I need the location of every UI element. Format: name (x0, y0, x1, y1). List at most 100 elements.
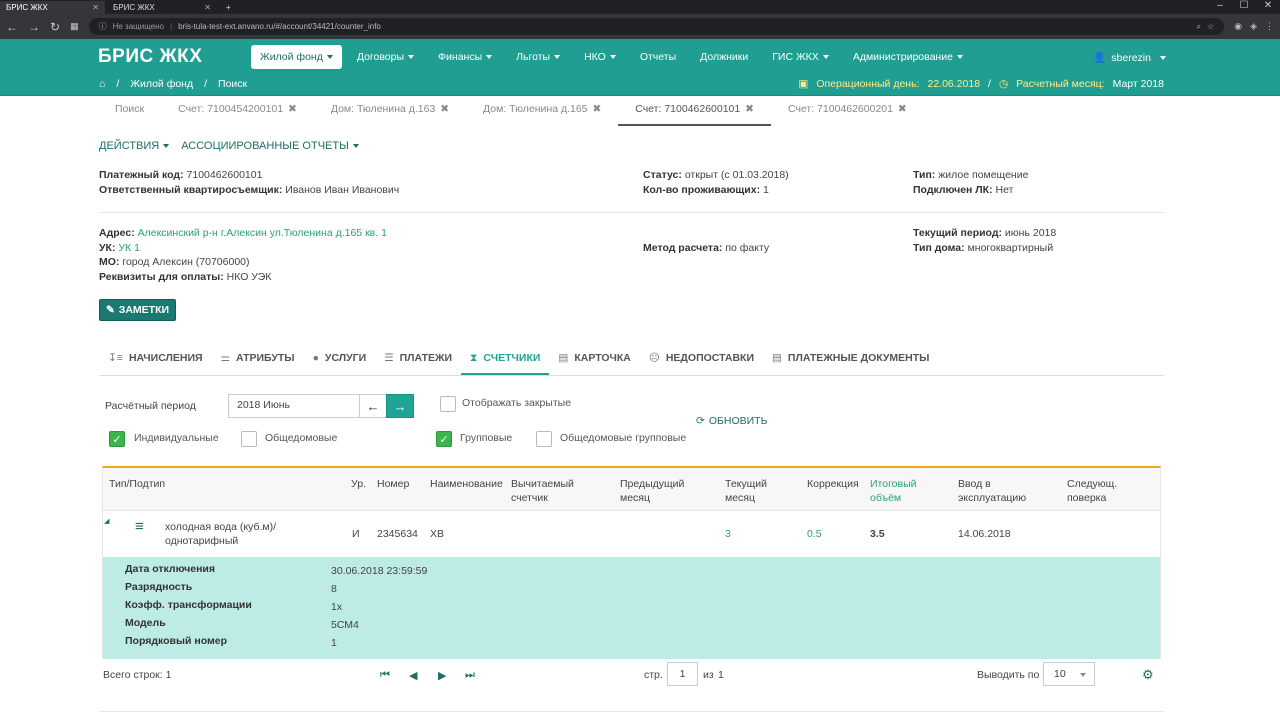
nav-nko[interactable]: НКО (575, 45, 625, 69)
common-checkbox[interactable] (241, 431, 257, 447)
prev-page-icon[interactable]: ◀ (409, 669, 417, 682)
group-checkbox[interactable]: ✓ (436, 431, 452, 447)
forward-icon[interactable]: → (28, 20, 40, 34)
close-icon[interactable]: ✖ (440, 103, 449, 115)
tab-card[interactable]: ▤ КАРТОЧКА (549, 346, 639, 375)
tab-shortages[interactable]: ☹ НЕДОПОСТАВКИ (640, 346, 763, 375)
menu-icon[interactable]: ≡ (135, 519, 144, 534)
close-icon[interactable]: ✕ (204, 3, 211, 12)
column-header[interactable]: Вычитаемый счетчик (511, 477, 574, 505)
payment-code: 7100462600101 (186, 169, 263, 181)
subtab-account[interactable]: Счет: 7100454200101 ✖ (161, 96, 314, 126)
maximize-icon[interactable]: ☐ (1232, 0, 1256, 12)
reload-icon[interactable]: ↻ (50, 20, 60, 34)
nav-debtors[interactable]: Должники (691, 45, 757, 69)
open-tabs: Поиск Счет: 7100454200101 ✖ Дом: Тюленин… (98, 96, 924, 126)
tab-payment-documents[interactable]: ▤ ПЛАТЕЖНЫЕ ДОКУМЕНТЫ (763, 346, 938, 375)
new-tab-icon[interactable]: + (220, 1, 236, 14)
total-pages: 1 (718, 669, 724, 681)
period-input[interactable]: 2018 Июнь (228, 394, 360, 418)
username: sberezin (1111, 51, 1151, 64)
nav-housing[interactable]: Жилой фонд (251, 45, 342, 69)
column-header[interactable]: Итоговый объём (870, 477, 917, 505)
close-icon[interactable]: ✖ (745, 103, 754, 115)
breadcrumb-search[interactable]: Поиск (218, 78, 247, 90)
nav-benefits[interactable]: Льготы (507, 45, 569, 69)
next-period-button[interactable]: → (386, 394, 414, 418)
individual-checkbox[interactable]: ✓ (109, 431, 125, 447)
current-reading[interactable]: 3 (725, 527, 731, 541)
column-header[interactable]: Коррекция (807, 477, 859, 491)
browser-tab-active[interactable]: БРИС ЖКХ ✕ (0, 1, 105, 14)
close-icon[interactable]: ✖ (898, 103, 907, 115)
associated-reports-dropdown[interactable]: АССОЦИИРОВАННЫЕ ОТЧЕТЫ (181, 140, 359, 152)
column-header[interactable]: Ввод в эксплуатацию (958, 477, 1026, 505)
column-header[interactable]: Следующ. поверка (1067, 477, 1117, 505)
detail-label: Коэфф. трансформации (125, 599, 252, 611)
tab-payments[interactable]: ☰ ПЛАТЕЖИ (375, 346, 461, 375)
address-bar[interactable]: ⓘ Не защищено | bris-tula-test-ext.anvan… (88, 18, 1225, 35)
brand-logo[interactable]: БРИС ЖКХ (98, 46, 202, 68)
frown-icon: ☹ (648, 352, 660, 364)
browser-tab[interactable]: БРИС ЖКХ ✕ (107, 1, 217, 14)
column-header[interactable]: Предыдущий месяц (620, 477, 684, 505)
nav-admin[interactable]: Администрирование (844, 45, 972, 69)
column-header[interactable]: Ур. (351, 477, 366, 491)
list-icon: ▤ (772, 352, 782, 364)
last-page-icon[interactable]: ⏭ (465, 669, 475, 682)
arrow-left-icon: ← (366, 398, 380, 414)
close-icon[interactable]: ✖ (288, 103, 297, 115)
column-header[interactable]: Наименование (430, 477, 503, 491)
subtab-house[interactable]: Дом: Тюленина д.163 ✖ (314, 96, 466, 126)
menu-icon[interactable]: ⋮ (1265, 21, 1274, 32)
extension-icon[interactable]: ◈ (1250, 21, 1257, 32)
close-icon[interactable]: ✖ (592, 103, 601, 115)
close-icon[interactable]: ✕ (92, 3, 99, 12)
calc-method: по факту (725, 242, 770, 254)
gear-icon[interactable]: ⚙ (1142, 667, 1154, 683)
user-menu[interactable]: 👤 sberezin (1093, 51, 1166, 64)
column-header[interactable]: Тип/Подтип (109, 477, 165, 491)
nav-reports[interactable]: Отчеты (631, 45, 685, 69)
column-header[interactable]: Номер (377, 477, 409, 491)
page-input[interactable]: 1 (667, 662, 698, 686)
home-icon[interactable]: ⌂ (99, 78, 105, 90)
show-closed-checkbox[interactable] (440, 396, 456, 412)
nav-contracts[interactable]: Договоры (348, 45, 423, 69)
subtab-search[interactable]: Поиск (98, 96, 161, 126)
municipality: город Алексин (70706000) (122, 256, 250, 268)
next-page-icon[interactable]: ▶ (438, 669, 446, 682)
subtab-account-active[interactable]: Счет: 7100462600101 ✖ (618, 96, 771, 126)
apps-icon[interactable]: ▦ (70, 21, 79, 32)
back-icon[interactable]: ← (6, 20, 18, 34)
per-page-select[interactable]: 10 (1043, 662, 1095, 686)
subtab-house[interactable]: Дом: Тюленина д.165 ✖ (466, 96, 618, 126)
bookmark-star-icon[interactable]: ☆ (1207, 22, 1214, 31)
first-page-icon[interactable]: ⏮ (380, 669, 390, 682)
subtab-account[interactable]: Счет: 7100462600201 ✖ (771, 96, 924, 126)
nav-finance[interactable]: Финансы (429, 45, 501, 69)
edit-icon: ✎ (105, 304, 115, 316)
nav-gis[interactable]: ГИС ЖКХ (763, 45, 838, 69)
extension-icon[interactable]: ◉ (1234, 21, 1242, 32)
tab-meters[interactable]: ⧗ СЧЕТЧИКИ (461, 346, 550, 375)
address-link[interactable]: Алексинский р-н г.Алексин ул.Тюленина д.… (138, 227, 387, 239)
close-window-icon[interactable]: ✕ (1256, 0, 1280, 12)
notes-button[interactable]: ✎ ЗАМЕТКИ (99, 299, 176, 321)
minimize-icon[interactable]: – (1208, 0, 1232, 12)
common-group-checkbox[interactable] (536, 431, 552, 447)
breadcrumb-housing[interactable]: Жилой фонд (130, 78, 193, 90)
tab-attributes[interactable]: ⚌ АТРИБУТЫ (212, 346, 304, 375)
payment-requisites: НКО УЭК (226, 270, 272, 283)
tab-services[interactable]: ● УСЛУГИ (304, 346, 376, 375)
correction-value[interactable]: 0.5 (807, 527, 822, 541)
tab-charges[interactable]: ↧≡ НАЧИСЛЕНИЯ (99, 346, 212, 375)
expand-icon[interactable]: ◢ (104, 515, 109, 529)
uk-link[interactable]: УК 1 (118, 242, 140, 254)
column-header[interactable]: Текущий месяц (725, 477, 767, 505)
table-row[interactable]: ◢ ≡ холодная вода (куб.м)/однотарифный И… (103, 511, 1160, 557)
actions-dropdown[interactable]: ДЕЙСТВИЯ (99, 140, 170, 152)
refresh-button[interactable]: ⟳ ОБНОВИТЬ (696, 415, 767, 427)
prev-period-button[interactable]: ← (359, 394, 387, 418)
zoom-icon[interactable]: ⌕ (1197, 22, 1201, 32)
